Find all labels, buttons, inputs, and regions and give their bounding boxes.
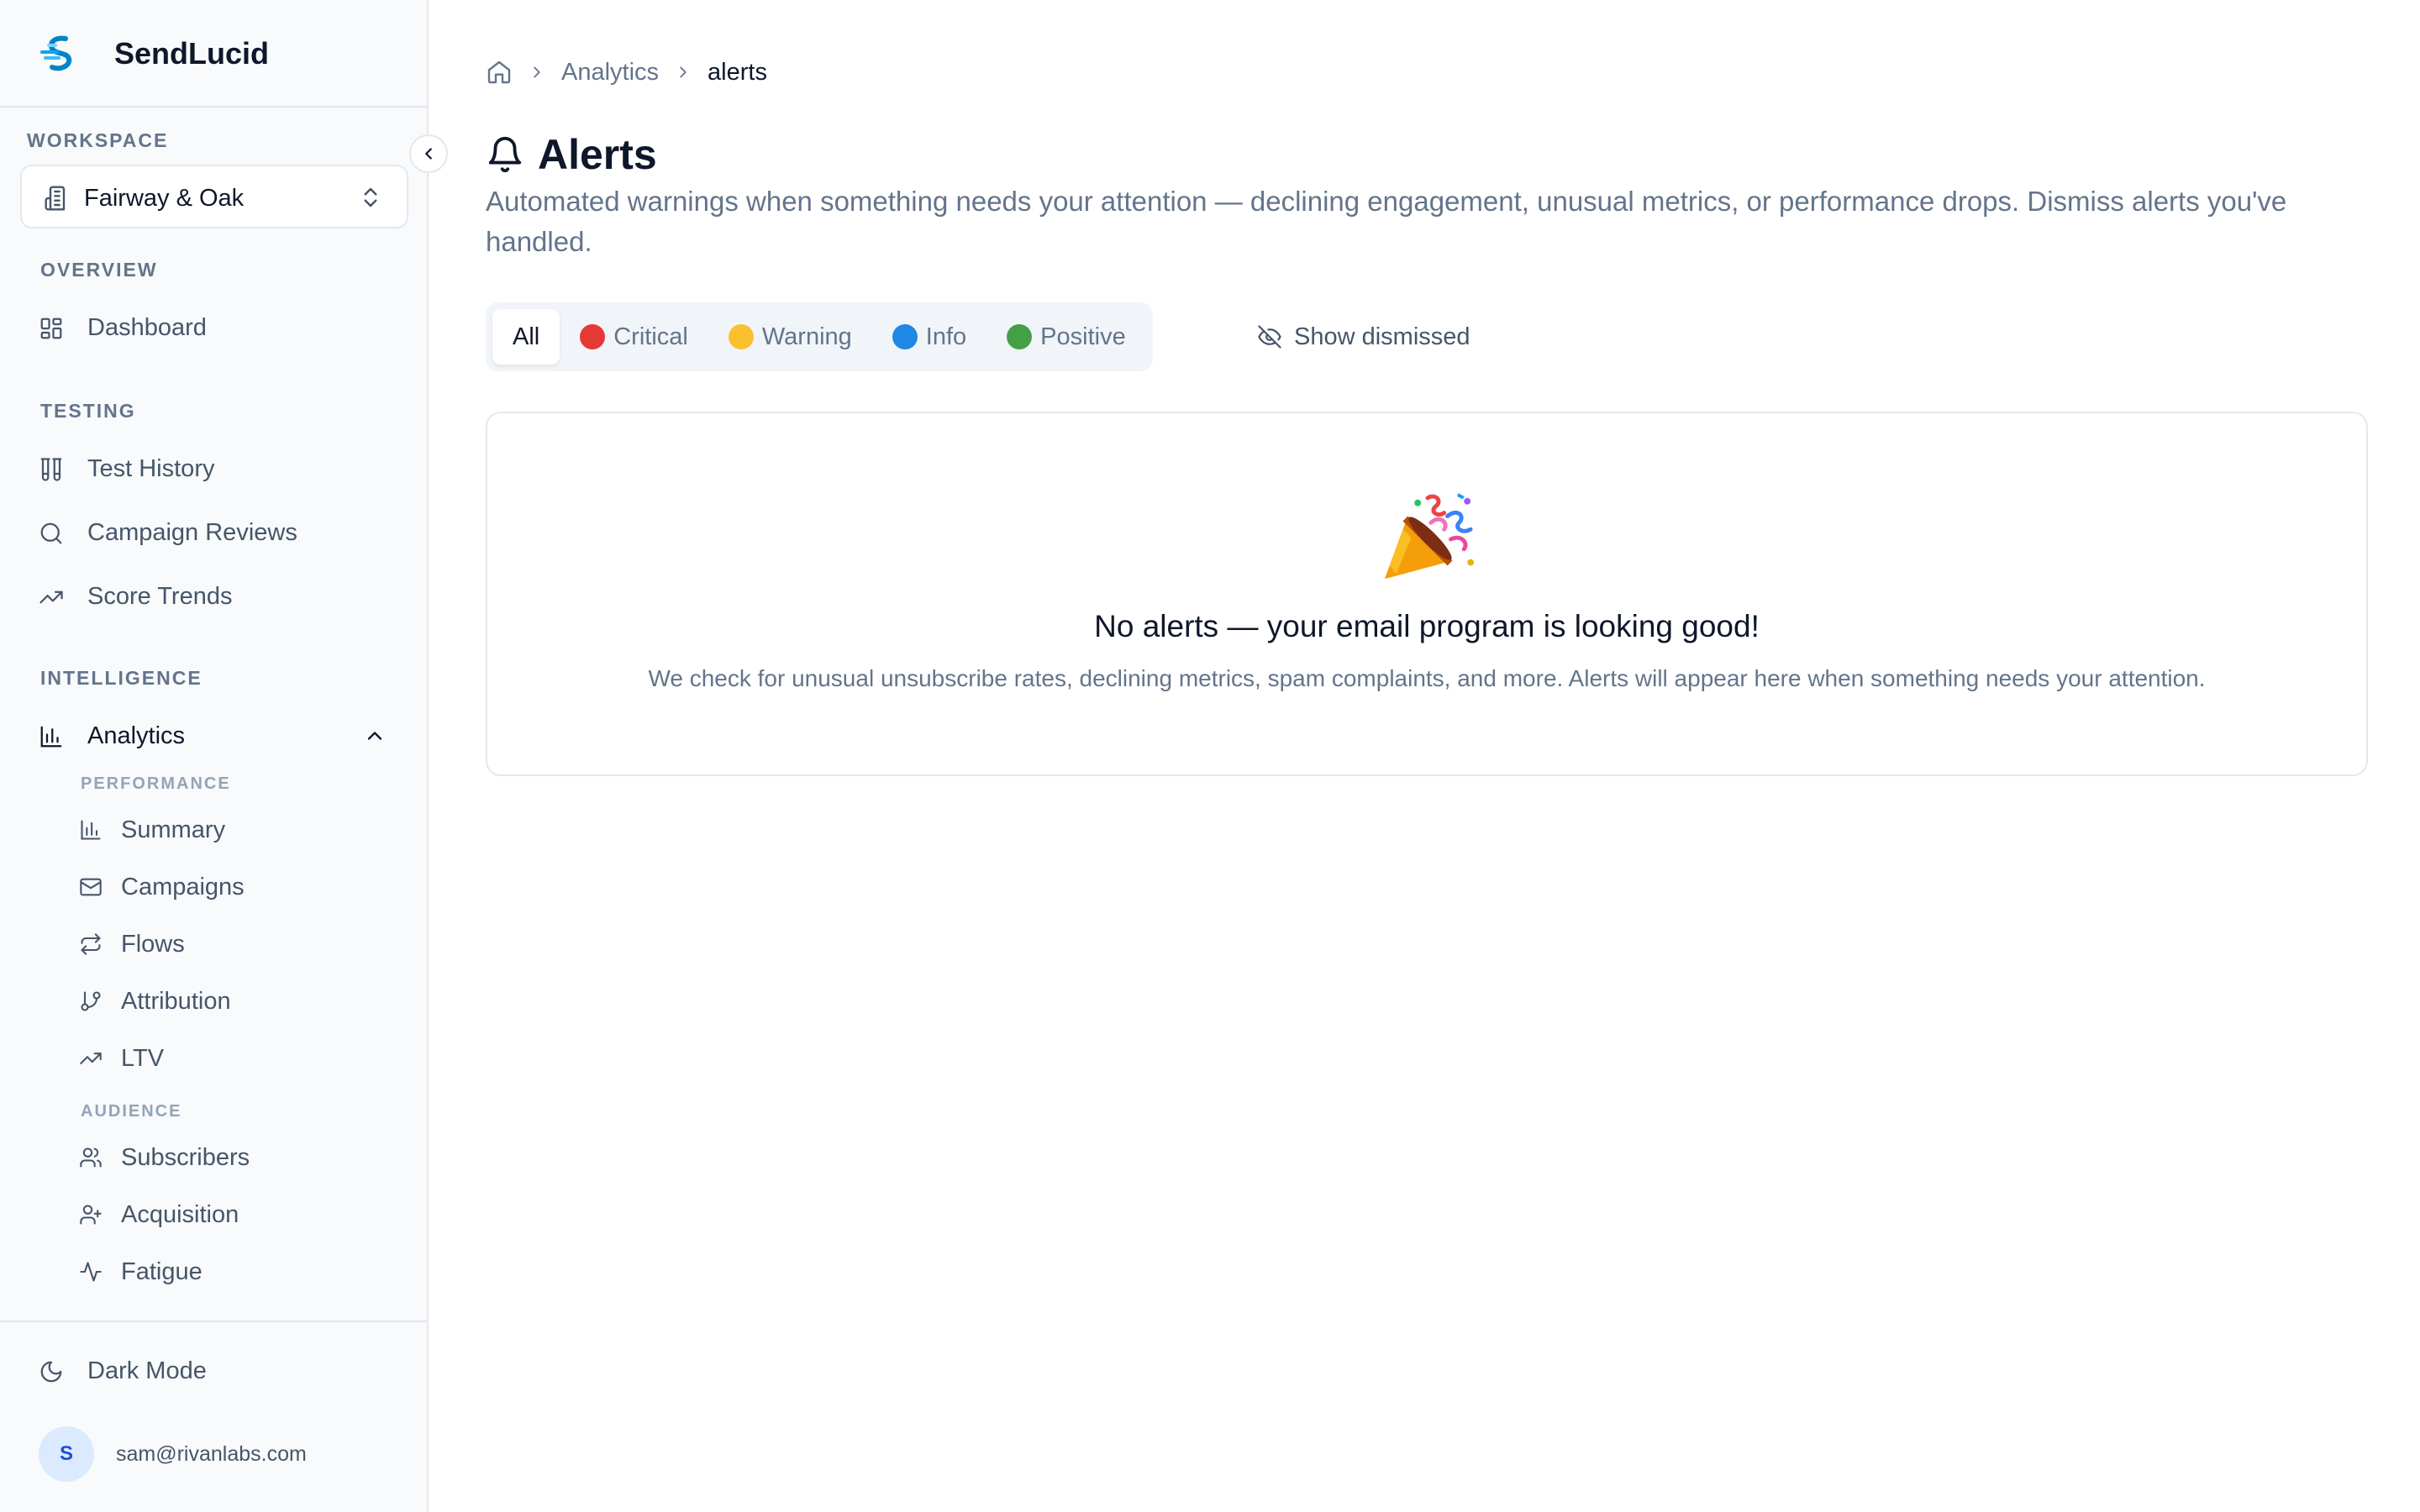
- sidebar-item-label: Test History: [87, 455, 215, 482]
- user-email: sam@rivanlabs.com: [116, 1442, 307, 1466]
- bar-chart-icon: [81, 820, 101, 840]
- bell-icon: [488, 137, 522, 173]
- sidebar-subitem-label: LTV: [121, 1045, 165, 1072]
- empty-state-description: We check for unusual unsubscribe rates, …: [648, 665, 2206, 691]
- arrows-repeat-icon: [81, 933, 101, 955]
- sidebar-subitem-summary[interactable]: Summary: [67, 805, 403, 855]
- sidebar-subitem-ltv[interactable]: LTV: [67, 1033, 403, 1084]
- page-subtitle: Automated warnings when something needs …: [486, 186, 2287, 257]
- party-popper-icon: [1384, 493, 1475, 580]
- breadcrumb-analytics-link[interactable]: Analytics: [561, 59, 659, 87]
- building-icon: [45, 186, 66, 211]
- trending-up-icon: [80, 1053, 102, 1064]
- filter-warning[interactable]: Warning: [708, 309, 872, 365]
- mail-icon: [80, 878, 102, 896]
- sidebar-subitem-subscribers[interactable]: Subscribers: [67, 1132, 403, 1183]
- sidebar-item-analytics[interactable]: Analytics: [20, 709, 403, 763]
- sidebar-item-label: Score Trends: [87, 583, 233, 610]
- brand-name: SendLucid: [114, 36, 270, 71]
- moon-icon: [40, 1361, 62, 1383]
- sidebar-subitem-campaigns[interactable]: Campaigns: [67, 862, 403, 912]
- filter-critical[interactable]: Critical: [560, 309, 708, 365]
- home-icon[interactable]: [486, 59, 513, 86]
- sub-section-label-audience: AUDIENCE: [81, 1102, 182, 1121]
- page-header: Alerts: [486, 128, 657, 181]
- sidebar-subitem-label: Campaigns: [121, 874, 245, 900]
- sidebar-item-test-history[interactable]: Test History: [20, 442, 403, 496]
- dark-mode-label: Dark Mode: [87, 1357, 207, 1384]
- filter-info[interactable]: Info: [872, 309, 986, 365]
- sidebar-subitem-label: Attribution: [121, 988, 231, 1015]
- section-label-intelligence: INTELLIGENCE: [40, 667, 203, 689]
- brand-header: SendLucid: [0, 0, 427, 108]
- sidebar-item-label: Dashboard: [87, 314, 207, 341]
- sidebar-item-label: Campaign Reviews: [87, 519, 297, 546]
- sendlucid-logo-icon: [40, 35, 72, 71]
- blue-circle-icon: [892, 324, 918, 349]
- sidebar-subitem-label: Summary: [121, 816, 226, 843]
- filter-label: Warning: [761, 323, 852, 350]
- workspace-name: Fairway & Oak: [84, 185, 245, 212]
- sidebar-footer: Dark Mode S sam@rivanlabs.com: [0, 1320, 427, 1512]
- git-branch-icon: [81, 991, 101, 1011]
- activity-icon: [80, 1262, 102, 1282]
- breadcrumb-separator: [528, 63, 546, 81]
- empty-state-card: No alerts — your email program is lookin…: [486, 412, 2368, 776]
- filter-positive[interactable]: Positive: [986, 309, 1146, 365]
- search-icon: [40, 522, 62, 544]
- sidebar-subitem-acquisition[interactable]: Acquisition: [67, 1189, 403, 1240]
- user-profile[interactable]: S sam@rivanlabs.com: [39, 1426, 408, 1482]
- sidebar-subitem-fatigue[interactable]: Fatigue: [67, 1247, 403, 1297]
- workspace-label: WORKSPACE: [27, 129, 169, 151]
- show-dismissed-label: Show dismissed: [1294, 323, 1470, 350]
- breadcrumb-separator: [674, 63, 692, 81]
- filter-all[interactable]: All: [492, 309, 560, 365]
- user-plus-icon: [80, 1205, 102, 1225]
- avatar: S: [39, 1426, 94, 1482]
- eye-off-icon: [1258, 325, 1281, 349]
- filter-label: All: [513, 323, 540, 350]
- sidebar-subitem-label: Fatigue: [121, 1258, 203, 1285]
- users-icon: [80, 1147, 102, 1168]
- main-content: Analytics alerts Alerts Automated warnin…: [430, 0, 2420, 1512]
- chevron-left-icon: [425, 148, 432, 160]
- yellow-circle-icon: [728, 324, 754, 349]
- show-dismissed-toggle[interactable]: Show dismissed: [1257, 316, 1470, 358]
- green-circle-icon: [1007, 324, 1033, 349]
- sub-section-label-performance: PERFORMANCE: [81, 774, 231, 793]
- test-tubes-icon: [40, 458, 62, 481]
- dark-mode-toggle[interactable]: Dark Mode: [20, 1344, 403, 1398]
- section-label-overview: OVERVIEW: [40, 259, 158, 281]
- red-circle-icon: [580, 324, 606, 349]
- sidebar: SendLucid WORKSPACE Fairway & Oak OVERVI…: [0, 0, 429, 1512]
- filter-label: Critical: [613, 323, 688, 350]
- trending-up-icon: [39, 591, 63, 604]
- sidebar-item-label: Analytics: [87, 722, 186, 749]
- collapse-sidebar-button[interactable]: [409, 134, 448, 173]
- breadcrumb-current: alerts: [708, 58, 767, 86]
- sidebar-subitem-label: Subscribers: [121, 1144, 250, 1171]
- sidebar-subitem-attribution[interactable]: Attribution: [67, 976, 403, 1026]
- sidebar-subitem-flows[interactable]: Flows: [67, 919, 403, 969]
- filter-label: Positive: [1040, 323, 1126, 350]
- sidebar-item-score-trends[interactable]: Score Trends: [20, 570, 403, 623]
- filter-label: Info: [925, 323, 967, 350]
- chevron-right-icon: [680, 66, 687, 78]
- severity-filter-tabs: All Critical Warning Info Positive: [486, 302, 1153, 371]
- empty-state-title: No alerts — your email program is lookin…: [1094, 609, 1760, 643]
- sidebar-subitem-label: Flows: [121, 931, 185, 958]
- workspace-selector[interactable]: Fairway & Oak: [20, 165, 408, 228]
- chevron-right-icon: [534, 66, 540, 78]
- bar-chart-icon: [40, 726, 62, 748]
- chevrons-up-down-icon: [364, 187, 377, 207]
- sidebar-item-campaign-reviews[interactable]: Campaign Reviews: [20, 506, 403, 559]
- breadcrumb: Analytics alerts: [486, 55, 767, 89]
- section-label-testing: TESTING: [40, 400, 136, 422]
- sidebar-item-dashboard[interactable]: Dashboard: [20, 301, 403, 354]
- dashboard-icon: [40, 318, 62, 339]
- chevron-up-icon: [367, 732, 382, 740]
- page-title: Alerts: [538, 131, 657, 178]
- sidebar-subitem-label: Acquisition: [121, 1201, 239, 1228]
